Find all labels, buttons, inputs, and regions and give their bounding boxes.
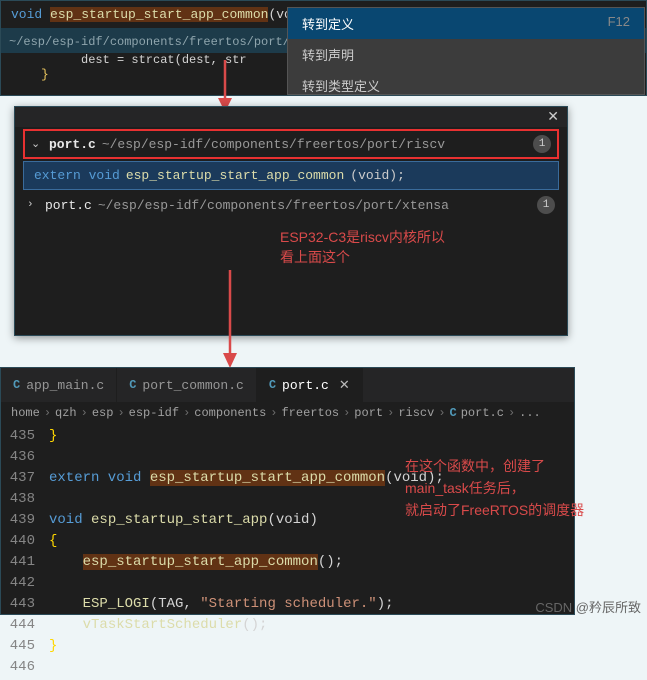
chevron-right-icon: › bbox=[438, 406, 445, 420]
chevron-right-icon: › bbox=[387, 406, 394, 420]
line-number: 439 bbox=[1, 510, 49, 531]
chevron-right-icon: › bbox=[44, 406, 51, 420]
peek-header: ✕ bbox=[15, 107, 567, 127]
menu-label: 转到声明 bbox=[302, 45, 354, 64]
file-name: port.c bbox=[45, 198, 92, 213]
chevron-right-icon: › bbox=[27, 199, 39, 211]
tab-port[interactable]: C port.c ✕ bbox=[257, 368, 363, 402]
close-icon[interactable]: ✕ bbox=[339, 378, 350, 393]
chevron-right-icon: › bbox=[81, 406, 88, 420]
code: void esp_startup_start_app(void) bbox=[49, 510, 318, 531]
code: ESP_LOGI(TAG, "Starting scheduler."); bbox=[49, 594, 394, 615]
result-file-xtensa[interactable]: › port.c ~/esp/esp-idf/components/freert… bbox=[15, 190, 567, 220]
tab-label: port.c bbox=[282, 378, 329, 393]
decl-function: esp_startup_start_app_common bbox=[126, 168, 344, 183]
crumb[interactable]: ... bbox=[519, 406, 541, 420]
crumb[interactable]: port.c bbox=[461, 406, 504, 420]
c-file-icon: C bbox=[129, 378, 136, 392]
peek-results-panel: ✕ ⌄ port.c ~/esp/esp-idf/components/free… bbox=[14, 106, 568, 336]
watermark: CSDN @矜辰所致 bbox=[535, 597, 641, 616]
crumb[interactable]: qzh bbox=[55, 406, 77, 420]
annotation-line: ESP32-C3是riscv内核所以 bbox=[280, 227, 445, 247]
crumb[interactable]: freertos bbox=[281, 406, 339, 420]
crumb[interactable]: port bbox=[354, 406, 383, 420]
annotation-text: ESP32-C3是riscv内核所以 看上面这个 bbox=[280, 227, 445, 267]
count-badge: 1 bbox=[537, 196, 555, 214]
c-file-icon: C bbox=[450, 406, 457, 420]
count-badge: 1 bbox=[533, 135, 551, 153]
code: } bbox=[49, 636, 57, 657]
chevron-right-icon: › bbox=[270, 406, 277, 420]
menu-label: 转到类型定义 bbox=[302, 76, 380, 95]
crumb[interactable]: esp bbox=[92, 406, 114, 420]
code: esp_startup_start_app_common(); bbox=[49, 552, 343, 573]
annotation-text: 在这个函数中，创建了 main_task任务后， 就启动了FreeRTOS的调度… bbox=[405, 455, 605, 521]
chevron-down-icon: ⌄ bbox=[31, 137, 43, 151]
line-number: 435 bbox=[1, 426, 49, 447]
crumb[interactable]: home bbox=[11, 406, 40, 420]
menu-goto-definition[interactable]: 转到定义 F12 bbox=[288, 8, 644, 39]
result-file-riscv[interactable]: ⌄ port.c ~/esp/esp-idf/components/freert… bbox=[23, 129, 559, 159]
tab-bar: C app_main.c C port_common.c C port.c ✕ bbox=[1, 368, 574, 402]
line-number: 445 bbox=[1, 636, 49, 657]
menu-shortcut: F12 bbox=[608, 14, 630, 33]
crumb[interactable]: components bbox=[194, 406, 266, 420]
function-name[interactable]: esp_startup_start_app_common bbox=[50, 7, 268, 22]
file-path: ~/esp/esp-idf/components/freertos/port/x… bbox=[98, 198, 449, 213]
annotation-line: 看上面这个 bbox=[280, 247, 445, 267]
line-number: 436 bbox=[1, 447, 49, 468]
menu-goto-type-definition[interactable]: 转到类型定义 bbox=[288, 70, 644, 101]
result-declaration[interactable]: extern void esp_startup_start_app_common… bbox=[23, 161, 559, 190]
context-menu: 转到定义 F12 转到声明 转到类型定义 bbox=[287, 7, 645, 95]
line-number: 441 bbox=[1, 552, 49, 573]
tab-label: port_common.c bbox=[142, 378, 243, 393]
line-number: 442 bbox=[1, 573, 49, 594]
chevron-right-icon: › bbox=[183, 406, 190, 420]
crumb[interactable]: riscv bbox=[398, 406, 434, 420]
breadcrumbs[interactable]: home› qzh› esp› esp-idf› components› fre… bbox=[1, 402, 574, 424]
line-number: 438 bbox=[1, 489, 49, 510]
code: { bbox=[49, 531, 57, 552]
line-number: 443 bbox=[1, 594, 49, 615]
tab-label: app_main.c bbox=[26, 378, 104, 393]
file-path: ~/esp/esp-idf/components/freertos/port/r… bbox=[102, 137, 445, 152]
line-number: 437 bbox=[1, 468, 49, 489]
menu-label: 转到定义 bbox=[302, 14, 354, 33]
file-name: port.c bbox=[49, 137, 96, 152]
code: vTaskStartScheduler(); bbox=[49, 615, 267, 636]
annotation-line: main_task任务后， bbox=[405, 477, 605, 499]
crumb[interactable]: esp-idf bbox=[129, 406, 179, 420]
close-icon[interactable]: ✕ bbox=[547, 109, 559, 126]
annotation-line: 在这个函数中，创建了 bbox=[405, 455, 605, 477]
tab-port-common[interactable]: C port_common.c bbox=[117, 368, 257, 402]
chevron-right-icon: › bbox=[343, 406, 350, 420]
code: } bbox=[49, 426, 57, 447]
decl-args: (void); bbox=[350, 168, 405, 183]
line-number: 440 bbox=[1, 531, 49, 552]
c-file-icon: C bbox=[13, 378, 20, 392]
line-number: 446 bbox=[1, 657, 49, 678]
menu-goto-declaration[interactable]: 转到声明 bbox=[288, 39, 644, 70]
code: extern void esp_startup_start_app_common… bbox=[49, 468, 444, 489]
line-number: 444 bbox=[1, 615, 49, 636]
annotation-line: 就启动了FreeRTOS的调度器 bbox=[405, 499, 605, 521]
chevron-right-icon: › bbox=[117, 406, 124, 420]
tab-app-main[interactable]: C app_main.c bbox=[1, 368, 117, 402]
c-file-icon: C bbox=[269, 378, 276, 392]
keyword-void: void bbox=[11, 7, 50, 22]
chevron-right-icon: › bbox=[508, 406, 515, 420]
decl-keyword: extern void bbox=[34, 168, 120, 183]
